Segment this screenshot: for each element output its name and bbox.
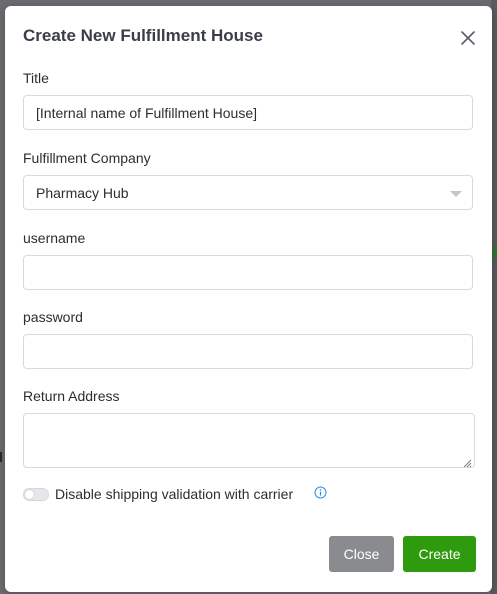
- fulfillment-company-label: Fulfillment Company: [23, 150, 151, 166]
- password-input[interactable]: [23, 334, 473, 369]
- background-accent: [493, 246, 497, 258]
- disable-shipping-validation-label: Disable shipping validation with carrier: [55, 486, 294, 502]
- title-input-value: [Internal name of Fulfillment House]: [36, 104, 257, 121]
- dialog-title: Create New Fulfillment House: [23, 26, 263, 45]
- chevron-down-icon: [450, 191, 462, 197]
- username-label: username: [23, 230, 86, 246]
- return-address-textarea[interactable]: [23, 413, 475, 468]
- fulfillment-company-select[interactable]: Pharmacy Hub: [23, 175, 473, 210]
- create-button-label: Create: [418, 546, 461, 562]
- close-button[interactable]: Close: [329, 536, 394, 572]
- close-icon[interactable]: [458, 28, 478, 48]
- info-icon[interactable]: [314, 486, 327, 499]
- return-address-label: Return Address: [23, 388, 120, 404]
- username-input[interactable]: [23, 255, 473, 290]
- title-input[interactable]: [Internal name of Fulfillment House]: [23, 95, 473, 130]
- disable-shipping-validation-toggle[interactable]: [23, 488, 49, 501]
- fulfillment-company-selected: Pharmacy Hub: [36, 184, 129, 201]
- title-label: Title: [23, 70, 49, 86]
- background-mark: [0, 452, 2, 462]
- create-fulfillment-house-dialog: Create New Fulfillment House Title [Inte…: [5, 6, 492, 592]
- toggle-knob: [25, 490, 34, 499]
- password-label: password: [23, 309, 83, 325]
- close-button-label: Close: [343, 546, 380, 562]
- resize-handle-icon[interactable]: [462, 455, 472, 468]
- create-button[interactable]: Create: [403, 536, 476, 572]
